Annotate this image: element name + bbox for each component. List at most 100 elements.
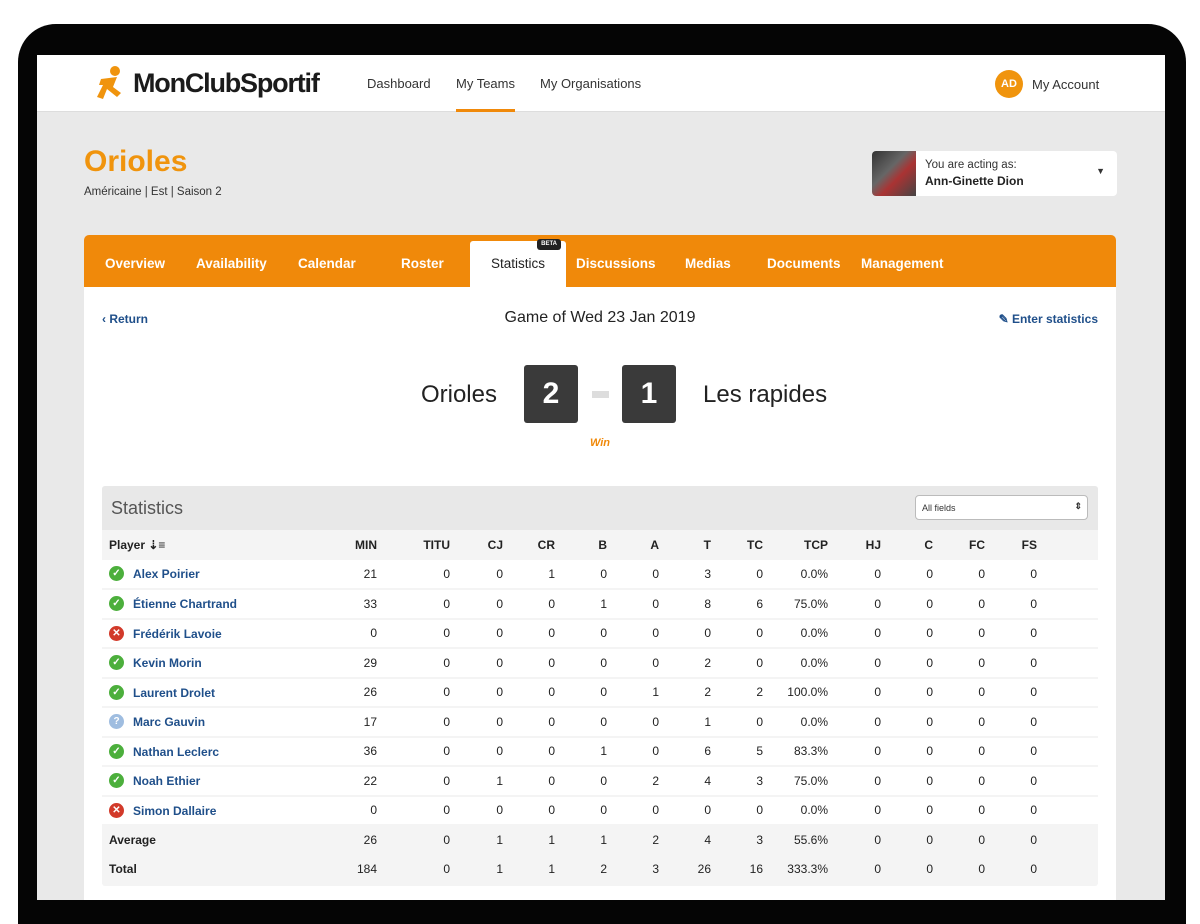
stat-cell: 0	[933, 648, 985, 679]
stat-cell: 0	[933, 825, 985, 855]
tab-roster[interactable]: Roster	[401, 235, 444, 287]
tab-medias[interactable]: Medias	[685, 235, 731, 287]
player-link[interactable]: Noah Ethier	[133, 774, 200, 788]
stat-cell: 0	[1037, 795, 1098, 826]
stat-cell: 0	[711, 559, 763, 590]
enter-statistics-link[interactable]: ✎ Enter statistics	[999, 312, 1098, 326]
column-header-tc[interactable]: TC	[711, 530, 763, 560]
table-row: ✓Kevin Morin2900000200.0%00000	[102, 648, 1098, 679]
player-link[interactable]: Simon Dallaire	[133, 803, 216, 817]
column-header-cr[interactable]: CR	[503, 530, 555, 560]
stat-cell: 1	[450, 766, 503, 797]
stat-cell: 2	[555, 854, 607, 884]
tab-overview[interactable]: Overview	[105, 235, 165, 287]
tab-documents[interactable]: Documents	[767, 235, 841, 287]
stat-cell: 3	[711, 825, 763, 855]
column-header-bcc[interactable]: BCC	[1037, 530, 1098, 560]
stat-cell: 0	[377, 559, 450, 590]
column-header-t[interactable]: T	[659, 530, 711, 560]
user-photo	[872, 151, 916, 196]
column-header-hj[interactable]: HJ	[828, 530, 881, 560]
nav-my-teams[interactable]: My Teams	[456, 55, 515, 112]
column-header-b[interactable]: B	[555, 530, 607, 560]
player-cell: ✓ Étienne Chartrand	[102, 589, 322, 620]
stat-cell: 0	[503, 677, 555, 708]
player-link[interactable]: Étienne Chartrand	[133, 597, 237, 611]
stat-cell: 1	[450, 825, 503, 855]
stat-cell: 0	[828, 766, 881, 797]
player-link[interactable]: Frédérik Lavoie	[133, 626, 222, 640]
stat-cell: 0	[881, 559, 933, 590]
tab-calendar[interactable]: Calendar	[298, 235, 356, 287]
stat-cell: 0	[377, 795, 450, 826]
stat-cell: 0	[933, 677, 985, 708]
player-cell: ✕ Simon Dallaire	[102, 795, 322, 826]
player-link[interactable]: Alex Poirier	[133, 567, 200, 581]
table-row: ✓Alex Poirier2100100300.0%00000	[102, 559, 1098, 590]
column-header-c[interactable]: C	[881, 530, 933, 560]
table-row: ✕Simon Dallaire000000000.0%00000	[102, 795, 1098, 826]
stat-cell: 0	[881, 795, 933, 826]
my-account-menu[interactable]: AD My Account	[995, 70, 1099, 98]
stat-cell: 0	[555, 618, 607, 649]
summary-label: Average	[102, 825, 322, 855]
stat-cell: 22	[322, 766, 377, 797]
stat-cell: 0	[985, 559, 1037, 590]
tab-availability[interactable]: Availability	[196, 235, 267, 287]
team-subtitle: Américaine | Est | Saison 2	[84, 186, 222, 198]
check-circle-icon: ✓	[109, 773, 124, 789]
stat-cell: 0	[607, 648, 659, 679]
player-link[interactable]: Marc Gauvin	[133, 715, 205, 729]
tab-statistics[interactable]: Statistics BETA	[470, 239, 567, 287]
stat-cell: 0	[1037, 677, 1098, 708]
stat-cell: 4	[659, 825, 711, 855]
x-circle-icon: ✕	[109, 802, 124, 818]
stat-cell: 0	[503, 707, 555, 738]
player-link[interactable]: Laurent Drolet	[133, 685, 215, 699]
table-row: ✓Étienne Chartrand33000108675.0%00000	[102, 589, 1098, 620]
stat-cell: 0	[881, 736, 933, 767]
column-header-player-cell: Player ⇣≡	[102, 530, 322, 560]
player-cell: ✓ Noah Ethier	[102, 766, 322, 797]
stat-cell: 1	[659, 707, 711, 738]
nav-dashboard[interactable]: Dashboard	[367, 55, 431, 112]
column-header-titu[interactable]: TITU	[377, 530, 450, 560]
player-cell: ✕ Frédérik Lavoie	[102, 618, 322, 649]
column-header-tcp[interactable]: TCP	[763, 530, 828, 560]
acting-as-selector[interactable]: You are acting as: Ann-Ginette Dion ▼	[872, 151, 1117, 196]
stat-cell: 0	[377, 766, 450, 797]
column-header-cj[interactable]: CJ	[450, 530, 503, 560]
column-header-player[interactable]: Player	[109, 538, 145, 552]
stat-cell: 0	[450, 559, 503, 590]
player-link[interactable]: Nathan Leclerc	[133, 744, 219, 758]
question-circle-icon: ?	[109, 714, 124, 730]
stat-cell: 0	[1037, 766, 1098, 797]
tab-discussions[interactable]: Discussions	[576, 235, 656, 287]
column-header-fs[interactable]: FS	[985, 530, 1037, 560]
brand-logo[interactable]: MonClubSportif	[93, 65, 320, 101]
column-header-min[interactable]: MIN	[322, 530, 377, 560]
statistics-table-card: Statistics All fields ⇕ Player ⇣≡ MIN TITU C…	[102, 486, 1098, 886]
stat-cell: 0	[881, 589, 933, 620]
stat-cell: 0.0%	[763, 648, 828, 679]
nav-my-organisations[interactable]: My Organisations	[540, 55, 641, 112]
fields-filter-select[interactable]: All fields ⇕	[915, 495, 1088, 520]
pencil-icon: ✎	[998, 312, 1012, 326]
column-header-a[interactable]: A	[607, 530, 659, 560]
player-link[interactable]: Kevin Morin	[133, 656, 202, 670]
tab-management[interactable]: Management	[861, 235, 944, 287]
stat-cell: 0	[828, 677, 881, 708]
column-header-fc[interactable]: FC	[933, 530, 985, 560]
stat-cell: 8	[659, 589, 711, 620]
stat-cell: 1	[503, 559, 555, 590]
stat-cell: 333.3%	[763, 854, 828, 884]
player-cell: ✓ Nathan Leclerc	[102, 736, 322, 767]
stat-cell: 6	[659, 736, 711, 767]
sort-icon[interactable]: ⇣≡	[148, 538, 165, 552]
stat-cell: 0	[881, 677, 933, 708]
stat-cell: 0	[711, 795, 763, 826]
stat-cell: 0	[1037, 736, 1098, 767]
stat-cell: 0.0%	[763, 795, 828, 826]
check-circle-icon: ✓	[109, 655, 124, 671]
stat-cell: 1	[555, 736, 607, 767]
